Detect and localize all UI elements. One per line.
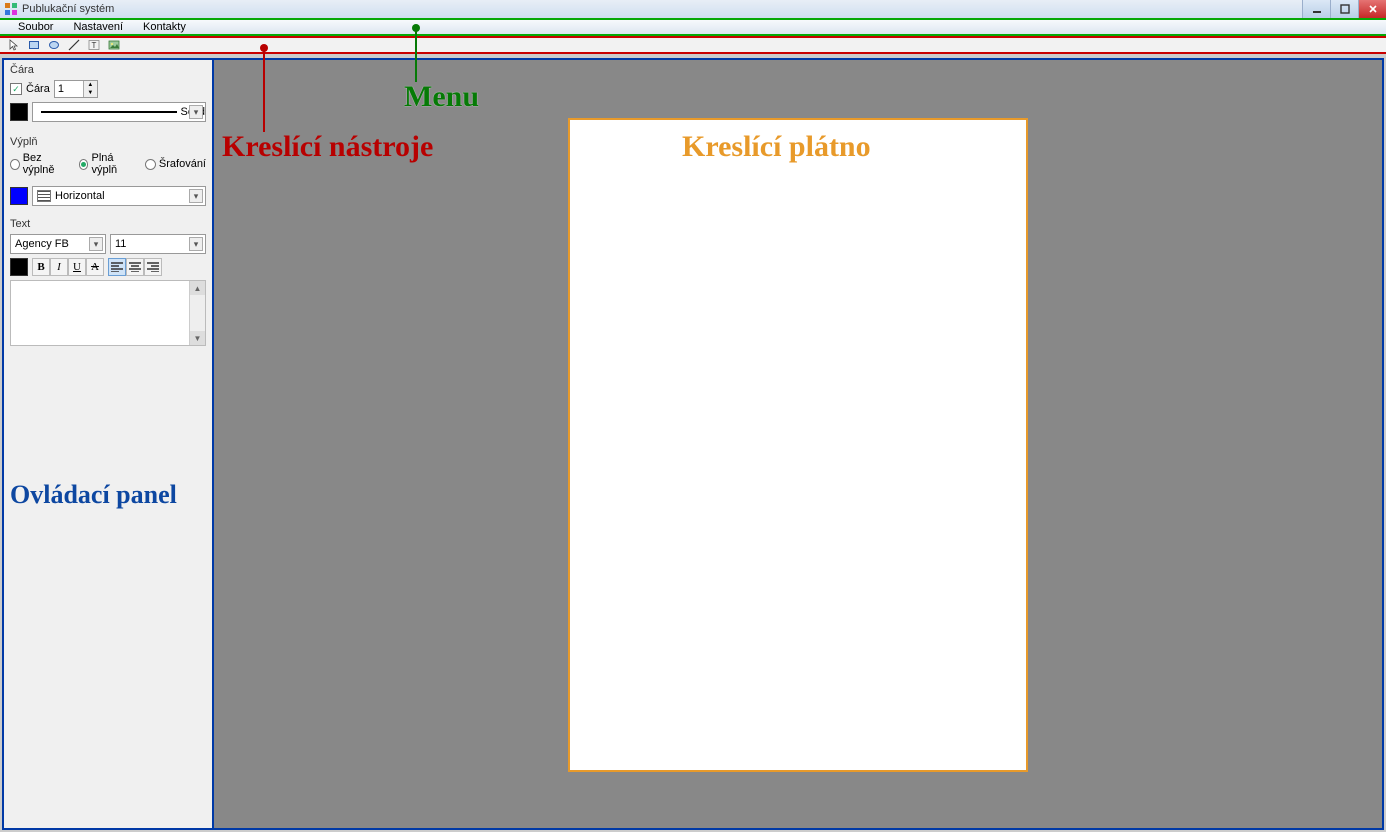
fill-radio-solid-label: Plná výplň xyxy=(91,152,134,176)
line-width-input[interactable]: 1 ▲▼ xyxy=(54,80,98,98)
menu-kontakty[interactable]: Kontakty xyxy=(133,21,196,33)
line-width-value: 1 xyxy=(58,83,64,95)
textarea-scrollbar[interactable]: ▲ ▼ xyxy=(189,281,205,345)
spin-up-icon[interactable]: ▲ xyxy=(83,81,97,89)
menu-bar: Soubor Nastavení Kontakty xyxy=(0,18,1386,36)
window-title: Publukační systém xyxy=(22,3,114,15)
spin-down-icon[interactable]: ▼ xyxy=(83,89,97,97)
tool-rectangle[interactable] xyxy=(26,38,42,52)
tool-text[interactable]: T xyxy=(86,38,102,52)
tool-image[interactable] xyxy=(106,38,122,52)
italic-button[interactable]: I xyxy=(50,258,68,276)
drawing-toolbar: T xyxy=(0,36,1386,54)
fill-radio-hatch[interactable]: Šrafování xyxy=(145,158,206,170)
hatch-style-label: Horizontal xyxy=(55,190,105,202)
dropdown-arrow-icon xyxy=(89,237,103,251)
window-buttons xyxy=(1302,0,1386,18)
tool-line[interactable] xyxy=(66,38,82,52)
tool-ellipse[interactable] xyxy=(46,38,62,52)
close-button[interactable] xyxy=(1358,0,1386,18)
align-right-button[interactable] xyxy=(144,258,162,276)
align-center-button[interactable] xyxy=(126,258,144,276)
annotation-panel: Ovládací panel xyxy=(10,480,177,510)
minimize-button[interactable] xyxy=(1302,0,1330,18)
fill-radio-hatch-label: Šrafování xyxy=(159,158,206,170)
align-left-button[interactable] xyxy=(108,258,126,276)
dropdown-arrow-icon xyxy=(189,105,203,119)
drawing-canvas[interactable] xyxy=(568,118,1028,772)
maximize-button[interactable] xyxy=(1330,0,1358,18)
line-color-chip[interactable] xyxy=(10,103,28,121)
title-bar: Publukační systém xyxy=(0,0,1386,18)
menu-nastaveni[interactable]: Nastavení xyxy=(63,21,133,33)
strike-button[interactable]: A xyxy=(86,258,104,276)
font-size-dropdown[interactable]: 11 xyxy=(110,234,206,254)
hatch-style-dropdown[interactable]: Horizontal xyxy=(32,186,206,206)
line-enable-label: Čára xyxy=(26,83,50,95)
line-enable-checkbox[interactable]: ✓ xyxy=(10,83,22,95)
text-color-chip[interactable] xyxy=(10,258,28,276)
fill-radio-none[interactable]: Bez výplně xyxy=(10,152,69,176)
dropdown-arrow-icon xyxy=(189,189,203,203)
tool-pointer[interactable] xyxy=(6,38,22,52)
fill-color-chip[interactable] xyxy=(10,187,28,205)
bold-button[interactable]: B xyxy=(32,258,50,276)
line-group-label: Čára xyxy=(10,64,206,76)
line-style-dropdown[interactable]: Solid xyxy=(32,102,206,122)
control-panel: Čára ✓ Čára 1 ▲▼ Solid Výplň Bez výplně … xyxy=(4,60,214,828)
fill-radio-none-label: Bez výplně xyxy=(23,152,69,176)
menu-soubor[interactable]: Soubor xyxy=(8,21,63,33)
dropdown-arrow-icon xyxy=(189,237,203,251)
scroll-down-icon[interactable]: ▼ xyxy=(190,331,205,345)
fill-group-label: Výplň xyxy=(10,136,206,148)
hatch-sample-icon xyxy=(37,190,51,202)
app-icon xyxy=(4,2,18,16)
font-family-dropdown[interactable]: Agency FB xyxy=(10,234,106,254)
text-content-area[interactable]: ▲ ▼ xyxy=(10,280,206,346)
font-family-value: Agency FB xyxy=(15,238,69,250)
font-size-value: 11 xyxy=(115,238,126,250)
scroll-up-icon[interactable]: ▲ xyxy=(190,281,205,295)
text-group-label: Text xyxy=(10,218,206,230)
line-style-sample xyxy=(41,111,177,113)
underline-button[interactable]: U xyxy=(68,258,86,276)
svg-text:T: T xyxy=(92,41,97,50)
fill-radio-solid[interactable]: Plná výplň xyxy=(79,152,135,176)
